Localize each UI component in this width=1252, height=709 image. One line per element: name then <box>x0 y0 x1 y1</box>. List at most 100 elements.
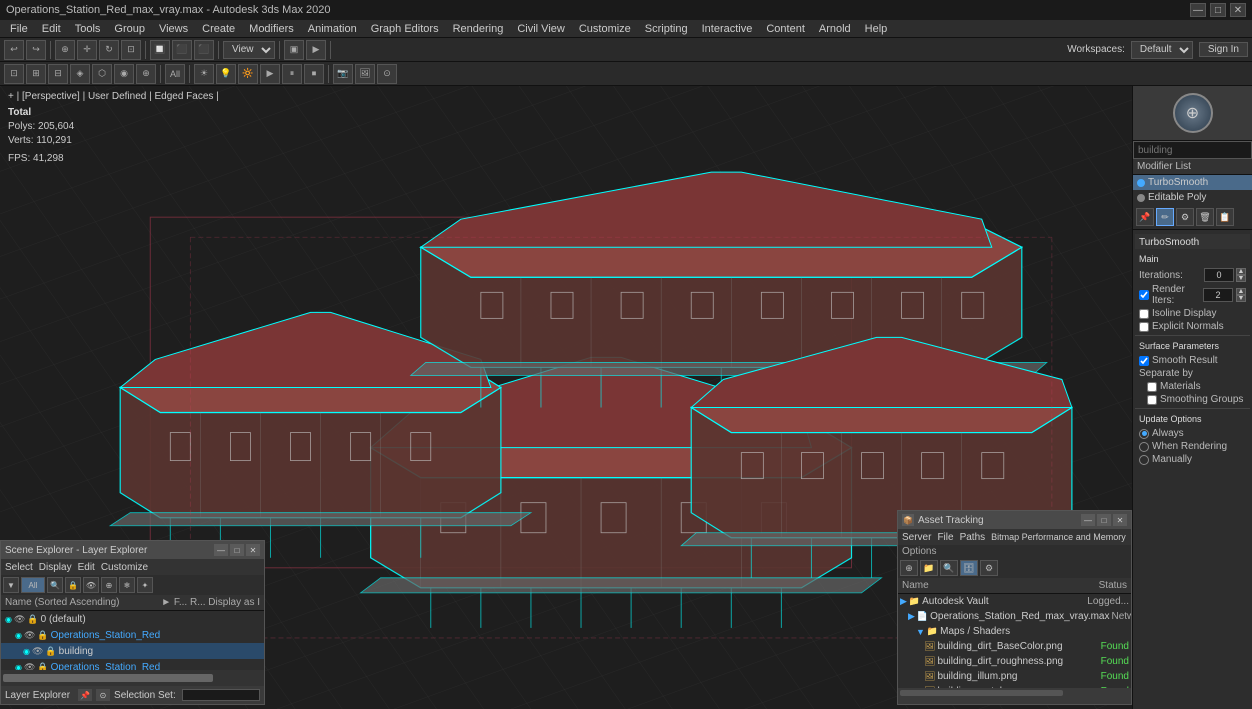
modifier-pin-icon[interactable]: 📌 <box>1136 208 1154 226</box>
menu-item-civil-view[interactable]: Civil View <box>511 20 570 38</box>
workspaces-dropdown[interactable]: Default <box>1131 41 1193 59</box>
menu-item-customize[interactable]: Customize <box>573 20 637 38</box>
render-iters-input[interactable] <box>1203 288 1233 302</box>
tb2-anim2[interactable]: ⏸ <box>282 64 302 84</box>
close-button[interactable]: ✕ <box>1230 3 1246 17</box>
viewport-nav-icon[interactable]: ⊕ <box>1133 86 1252 141</box>
object-search-input[interactable] <box>1133 141 1252 159</box>
tb2-render3[interactable]: ⊙ <box>377 64 397 84</box>
tb2-btn5[interactable]: ⬡ <box>92 64 112 84</box>
se-hide-btn[interactable]: ⊕ <box>101 577 117 593</box>
menu-item-create[interactable]: Create <box>196 20 241 38</box>
manually-radio[interactable] <box>1139 455 1149 465</box>
menu-item-file[interactable]: File <box>4 20 34 38</box>
redo-button[interactable]: ↪ <box>26 40 46 60</box>
render-iters-spinner[interactable]: ▲▼ <box>1236 288 1246 302</box>
tb2-select-filter[interactable]: All <box>165 64 185 84</box>
at-row-vault[interactable]: ▶ 📁 Autodesk Vault Logged... <box>898 594 1131 609</box>
isoline-checkbox[interactable] <box>1139 309 1149 319</box>
tb2-camera[interactable]: 📷 <box>333 64 353 84</box>
tb2-anim3[interactable]: ⏹ <box>304 64 324 84</box>
explicit-normals-checkbox[interactable] <box>1139 322 1149 332</box>
window-controls[interactable]: — □ ✕ <box>1190 3 1246 17</box>
at-btn4[interactable]: 🗄 <box>960 560 978 576</box>
scale-button[interactable]: ⊡ <box>121 40 141 60</box>
at-row-file-2[interactable]: 🖼 building_dirt_roughness.png Found <box>898 654 1131 669</box>
at-row-maps[interactable]: ▼ 📁 Maps / Shaders <box>898 624 1131 639</box>
tb2-light1[interactable]: ☀ <box>194 64 214 84</box>
signin-button[interactable]: Sign In <box>1199 42 1248 57</box>
smooth-result-checkbox[interactable] <box>1139 356 1149 366</box>
snap-button[interactable]: 🔲 <box>150 40 170 60</box>
at-menu-file[interactable]: File <box>937 532 953 543</box>
mirror-button[interactable]: ⬛ <box>172 40 192 60</box>
at-btn2[interactable]: 📁 <box>920 560 938 576</box>
se-window-controls[interactable]: — □ ✕ <box>214 544 260 556</box>
render-iters-checkbox[interactable] <box>1139 290 1149 300</box>
modifier-editable-poly[interactable]: Editable Poly <box>1133 190 1252 205</box>
menu-item-arnold[interactable]: Arnold <box>813 20 857 38</box>
align-button[interactable]: ⬛ <box>194 40 214 60</box>
se-row-layer-default[interactable]: ◉ 👁 🔒 0 (default) <box>1 611 264 627</box>
always-radio[interactable] <box>1139 429 1149 439</box>
menu-item-group[interactable]: Group <box>108 20 151 38</box>
se-row-ops-station-1[interactable]: ◉ 👁 🔒 Operations_Station_Red <box>1 627 264 643</box>
selection-set-input[interactable] <box>182 689 260 701</box>
tb2-anim1[interactable]: ▶ <box>260 64 280 84</box>
tb2-render2[interactable]: 🖼 <box>355 64 375 84</box>
at-btn1[interactable]: ⊕ <box>900 560 918 576</box>
modifier-edit-icon[interactable]: ✏ <box>1156 208 1174 226</box>
at-row-file-3[interactable]: 🖼 building_illum.png Found <box>898 669 1131 684</box>
at-scrollbar-thumb[interactable] <box>900 690 1063 696</box>
view-dropdown[interactable]: View <box>223 41 275 59</box>
maximize-button[interactable]: □ <box>1210 3 1226 17</box>
tb2-light3[interactable]: 🔆 <box>238 64 258 84</box>
select-button[interactable]: ⊕ <box>55 40 75 60</box>
menu-item-modifiers[interactable]: Modifiers <box>243 20 300 38</box>
at-menu-bitmap[interactable]: Bitmap Performance and Memory <box>991 532 1126 542</box>
tb2-btn4[interactable]: ◈ <box>70 64 90 84</box>
se-menu-display[interactable]: Display <box>39 562 72 573</box>
tb2-light2[interactable]: 💡 <box>216 64 236 84</box>
render-button[interactable]: ▶ <box>306 40 326 60</box>
menu-item-tools[interactable]: Tools <box>69 20 107 38</box>
menu-item-help[interactable]: Help <box>859 20 894 38</box>
materials-checkbox[interactable] <box>1147 382 1157 392</box>
se-unfreeze-btn[interactable]: ✦ <box>137 577 153 593</box>
menu-item-rendering[interactable]: Rendering <box>447 20 510 38</box>
undo-button[interactable]: ↩ <box>4 40 24 60</box>
se-footer-btn2[interactable]: ⊙ <box>96 689 110 701</box>
modifier-config-icon[interactable]: ⚙ <box>1176 208 1194 226</box>
menu-item-views[interactable]: Views <box>153 20 194 38</box>
se-search-btn[interactable]: 🔍 <box>47 577 63 593</box>
menu-item-content[interactable]: Content <box>760 20 811 38</box>
at-row-ops-file[interactable]: ▶ 📄 Operations_Station_Red_max_vray.max … <box>898 609 1131 624</box>
iterations-input[interactable] <box>1204 268 1234 282</box>
se-show-btn[interactable]: 👁 <box>83 577 99 593</box>
rotate-button[interactable]: ↻ <box>99 40 119 60</box>
se-freeze-btn[interactable]: ❄ <box>119 577 135 593</box>
se-scrollbar-thumb[interactable] <box>3 674 213 682</box>
modifier-delete-icon[interactable]: 🗑 <box>1196 208 1214 226</box>
at-close-button[interactable]: ✕ <box>1113 514 1127 526</box>
se-menu-customize[interactable]: Customize <box>101 562 148 573</box>
se-menu-select[interactable]: Select <box>5 562 33 573</box>
smoothing-groups-checkbox[interactable] <box>1147 395 1157 405</box>
modifier-copy-icon[interactable]: 📋 <box>1216 208 1234 226</box>
modifier-turbosmooth[interactable]: TurboSmooth <box>1133 175 1252 190</box>
at-btn3[interactable]: 🔍 <box>940 560 958 576</box>
se-row-building[interactable]: ◉ 👁 🔒 building <box>1 643 264 659</box>
at-row-file-1[interactable]: 🖼 building_dirt_BaseColor.png Found <box>898 639 1131 654</box>
tb2-btn3[interactable]: ⊟ <box>48 64 68 84</box>
material-editor-button[interactable]: ▣ <box>284 40 304 60</box>
at-menu-server[interactable]: Server <box>902 532 931 543</box>
se-menu-edit[interactable]: Edit <box>78 562 95 573</box>
at-footer[interactable] <box>898 688 1131 704</box>
minimize-button[interactable]: — <box>1190 3 1206 17</box>
at-window-controls[interactable]: — □ ✕ <box>1081 514 1127 526</box>
move-button[interactable]: ✛ <box>77 40 97 60</box>
menu-item-graph-editors[interactable]: Graph Editors <box>365 20 445 38</box>
tb2-btn6[interactable]: ◉ <box>114 64 134 84</box>
menu-item-edit[interactable]: Edit <box>36 20 67 38</box>
tb2-btn1[interactable]: ⊡ <box>4 64 24 84</box>
